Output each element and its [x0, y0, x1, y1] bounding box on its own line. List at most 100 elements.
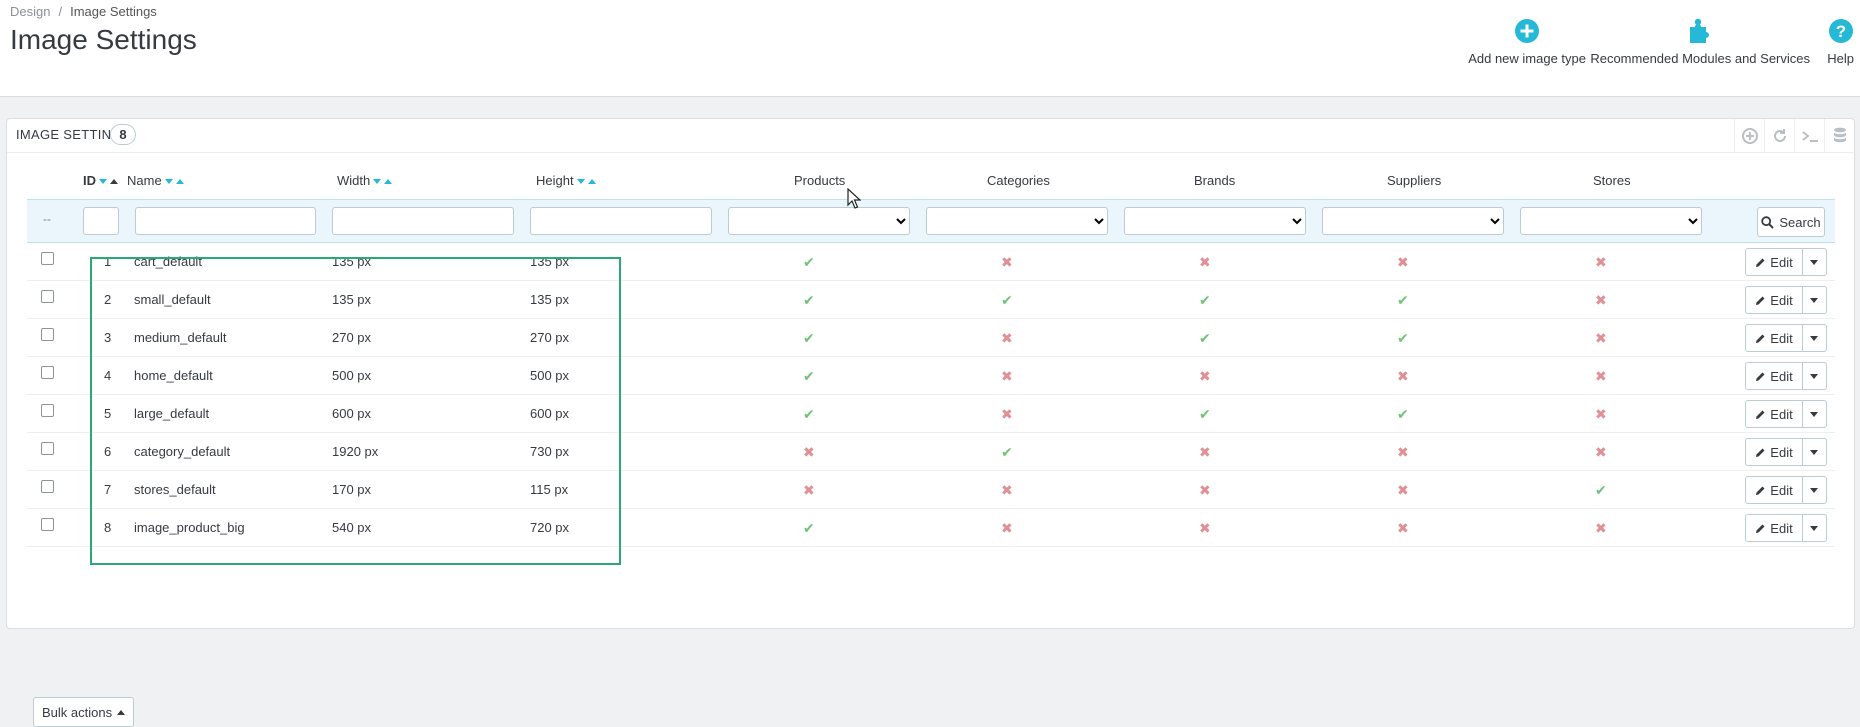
- categories-cross-icon[interactable]: ✖: [1001, 407, 1013, 421]
- brands-cross-icon[interactable]: ✖: [1199, 483, 1211, 497]
- edit-button[interactable]: Edit: [1746, 287, 1803, 313]
- sort-desc-icon[interactable]: [164, 179, 173, 185]
- stores-cross-icon[interactable]: ✖: [1595, 293, 1607, 307]
- suppliers-check-icon[interactable]: ✔: [1397, 407, 1409, 421]
- filter-products-select[interactable]: [728, 207, 910, 235]
- row-actions-dropdown-toggle[interactable]: [1802, 249, 1826, 275]
- filter-width-input[interactable]: [332, 207, 514, 235]
- row-select-checkbox[interactable]: [41, 404, 54, 417]
- caret-down-icon: [1810, 259, 1818, 265]
- stores-cross-icon[interactable]: ✖: [1595, 521, 1607, 535]
- caret-down-icon: [1810, 525, 1818, 531]
- edit-button[interactable]: Edit: [1746, 363, 1803, 389]
- cell-width: 135 px: [332, 254, 372, 269]
- brands-cross-icon[interactable]: ✖: [1199, 369, 1211, 383]
- row-actions: Edit: [1745, 248, 1827, 276]
- stores-cross-icon[interactable]: ✖: [1595, 331, 1607, 345]
- filter-stores-select[interactable]: [1520, 207, 1702, 235]
- sort-desc-icon[interactable]: [576, 179, 585, 185]
- products-cross-icon[interactable]: ✖: [803, 483, 815, 497]
- add-new-icon[interactable]: [1734, 119, 1764, 152]
- plus-circle-icon: [1515, 19, 1540, 43]
- row-select-checkbox[interactable]: [41, 366, 54, 379]
- sql-query-icon[interactable]: [1794, 119, 1824, 152]
- image-types-table: ID Name Width Height Products Categories…: [27, 159, 1835, 547]
- stores-check-icon[interactable]: ✔: [1595, 483, 1607, 497]
- database-icon[interactable]: [1824, 119, 1854, 152]
- row-actions-dropdown-toggle[interactable]: [1802, 515, 1826, 541]
- edit-button[interactable]: Edit: [1746, 477, 1803, 503]
- products-cross-icon[interactable]: ✖: [803, 445, 815, 459]
- suppliers-cross-icon[interactable]: ✖: [1397, 369, 1409, 383]
- sort-desc-icon[interactable]: [373, 179, 382, 185]
- table-row: 3 medium_default 270 px 270 px ✔ ✖ ✔ ✔ ✖ Edit: [27, 319, 1835, 357]
- filter-height-input[interactable]: [530, 207, 712, 235]
- row-select-checkbox[interactable]: [41, 442, 54, 455]
- products-check-icon[interactable]: ✔: [803, 255, 815, 269]
- stores-cross-icon[interactable]: ✖: [1595, 369, 1607, 383]
- suppliers-cross-icon[interactable]: ✖: [1397, 255, 1409, 269]
- brands-cross-icon[interactable]: ✖: [1199, 255, 1211, 269]
- categories-check-icon[interactable]: ✔: [1001, 445, 1013, 459]
- row-actions-dropdown-toggle[interactable]: [1802, 287, 1826, 313]
- stores-cross-icon[interactable]: ✖: [1595, 445, 1607, 459]
- suppliers-cross-icon[interactable]: ✖: [1397, 483, 1409, 497]
- cell-height: 115 px: [530, 482, 569, 497]
- filter-id-input[interactable]: [83, 207, 119, 235]
- cell-id: 7: [104, 482, 112, 497]
- bulk-actions-button[interactable]: Bulk actions: [33, 697, 135, 727]
- edit-button[interactable]: Edit: [1746, 515, 1803, 541]
- categories-cross-icon[interactable]: ✖: [1001, 331, 1013, 345]
- categories-cross-icon[interactable]: ✖: [1001, 255, 1013, 269]
- products-check-icon[interactable]: ✔: [803, 331, 815, 345]
- row-actions-dropdown-toggle[interactable]: [1802, 439, 1826, 465]
- row-actions-dropdown-toggle[interactable]: [1802, 325, 1826, 351]
- recommended-modules-button[interactable]: Recommended Modules and Services: [1590, 18, 1810, 66]
- categories-cross-icon[interactable]: ✖: [1001, 483, 1013, 497]
- filter-brands-select[interactable]: [1124, 207, 1306, 235]
- suppliers-check-icon[interactable]: ✔: [1397, 293, 1409, 307]
- row-select-checkbox[interactable]: [41, 480, 54, 493]
- row-select-checkbox[interactable]: [41, 328, 54, 341]
- refresh-icon[interactable]: [1764, 119, 1794, 152]
- sort-asc-icon[interactable]: [384, 179, 393, 185]
- suppliers-cross-icon[interactable]: ✖: [1397, 521, 1409, 535]
- filter-name-input[interactable]: [135, 207, 316, 235]
- categories-cross-icon[interactable]: ✖: [1001, 521, 1013, 535]
- breadcrumb-design-link[interactable]: Design: [10, 4, 50, 19]
- suppliers-cross-icon[interactable]: ✖: [1397, 445, 1409, 459]
- products-check-icon[interactable]: ✔: [803, 293, 815, 307]
- row-select-checkbox[interactable]: [41, 518, 54, 531]
- row-actions-dropdown-toggle[interactable]: [1802, 401, 1826, 427]
- filter-suppliers-select[interactable]: [1322, 207, 1504, 235]
- row-select-checkbox[interactable]: [41, 252, 54, 265]
- stores-cross-icon[interactable]: ✖: [1595, 407, 1607, 421]
- row-actions-dropdown-toggle[interactable]: [1802, 363, 1826, 389]
- sort-asc-icon[interactable]: [110, 179, 118, 185]
- brands-check-icon[interactable]: ✔: [1199, 331, 1211, 345]
- products-check-icon[interactable]: ✔: [803, 369, 815, 383]
- brands-cross-icon[interactable]: ✖: [1199, 521, 1211, 535]
- brands-check-icon[interactable]: ✔: [1199, 407, 1211, 421]
- stores-cross-icon[interactable]: ✖: [1595, 255, 1607, 269]
- suppliers-check-icon[interactable]: ✔: [1397, 331, 1409, 345]
- edit-button[interactable]: Edit: [1746, 249, 1803, 275]
- products-check-icon[interactable]: ✔: [803, 521, 815, 535]
- row-actions-dropdown-toggle[interactable]: [1802, 477, 1826, 503]
- brands-cross-icon[interactable]: ✖: [1199, 445, 1211, 459]
- sort-asc-icon[interactable]: [175, 179, 184, 185]
- categories-cross-icon[interactable]: ✖: [1001, 369, 1013, 383]
- brands-check-icon[interactable]: ✔: [1199, 293, 1211, 307]
- edit-button[interactable]: Edit: [1746, 439, 1803, 465]
- sort-asc-icon[interactable]: [587, 179, 596, 185]
- help-button[interactable]: ? Help: [1827, 18, 1854, 66]
- add-new-image-type-button[interactable]: Add new image type: [1468, 18, 1586, 66]
- sort-desc-icon[interactable]: [99, 179, 107, 185]
- edit-button[interactable]: Edit: [1746, 325, 1803, 351]
- search-button[interactable]: Search: [1757, 207, 1825, 237]
- products-check-icon[interactable]: ✔: [803, 407, 815, 421]
- categories-check-icon[interactable]: ✔: [1001, 293, 1013, 307]
- row-select-checkbox[interactable]: [41, 290, 54, 303]
- edit-button[interactable]: Edit: [1746, 401, 1803, 427]
- filter-categories-select[interactable]: [926, 207, 1108, 235]
